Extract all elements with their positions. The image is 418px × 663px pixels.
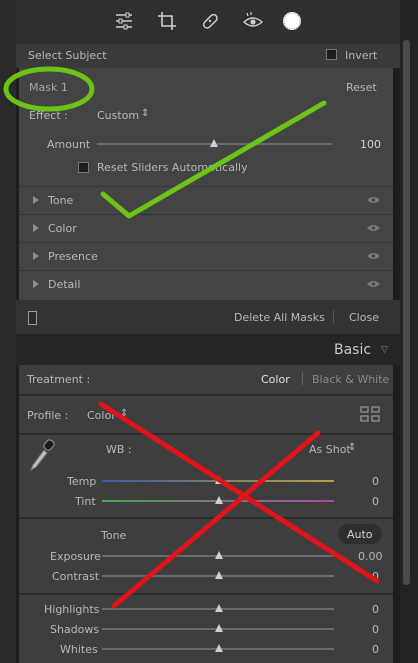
delete-all-masks-button[interactable]: Delete All Masks (234, 311, 325, 324)
mask-footer (16, 300, 400, 334)
exposure-label: Exposure (50, 550, 101, 563)
crop-icon[interactable] (156, 10, 178, 32)
divider (19, 394, 393, 396)
contrast-slider-thumb[interactable] (215, 571, 223, 579)
contrast-label: Contrast (52, 570, 100, 583)
divider (333, 310, 334, 324)
profile-label: Profile : (27, 409, 69, 422)
section-color[interactable]: Color (48, 222, 77, 235)
shadows-value[interactable]: 0 (372, 623, 379, 636)
wb-updown-icon[interactable]: ⇕ (348, 442, 356, 453)
left-panel-edge (0, 0, 16, 663)
tint-value[interactable]: 0 (372, 495, 379, 508)
divider (19, 433, 393, 435)
redeye-icon[interactable] (242, 10, 264, 32)
highlights-slider-thumb[interactable] (215, 604, 223, 612)
effect-updown-icon[interactable]: ⇕ (141, 108, 149, 119)
mask-name[interactable]: Mask 1 (29, 81, 68, 94)
masking-icon[interactable] (281, 10, 303, 32)
tone-section-label: Tone (101, 529, 127, 542)
effect-label: Effect : (29, 109, 68, 122)
shadows-label: Shadows (50, 623, 100, 636)
color-expand-icon[interactable] (33, 224, 39, 232)
section-presence[interactable]: Presence (48, 250, 98, 263)
mask-panel (19, 68, 393, 300)
wb-label: WB : (106, 443, 132, 456)
presence-expand-icon[interactable] (33, 252, 39, 260)
shadows-slider-thumb[interactable] (215, 624, 223, 632)
eye-icon[interactable] (367, 196, 380, 204)
divider (19, 186, 393, 187)
whites-value[interactable]: 0 (372, 643, 379, 656)
divider (19, 270, 393, 271)
basic-panel (19, 365, 393, 663)
treatment-bw-button[interactable]: Black & White (312, 373, 389, 386)
temp-label: Temp (67, 475, 97, 488)
section-tone[interactable]: Tone (48, 194, 73, 207)
close-button[interactable]: Close (349, 311, 379, 324)
eye-icon[interactable] (367, 280, 380, 288)
eyedropper-icon[interactable] (27, 438, 59, 472)
healing-icon[interactable] (199, 10, 221, 32)
contrast-value[interactable]: 0 (372, 570, 379, 583)
profile-updown-icon[interactable]: ⇕ (120, 408, 128, 419)
divider (19, 242, 393, 243)
divider (302, 372, 303, 385)
divider (19, 593, 393, 595)
highlights-label: Highlights (44, 603, 100, 616)
divider (19, 517, 393, 519)
tool-strip (16, 0, 400, 44)
effect-dropdown[interactable]: Custom (97, 109, 139, 122)
reset-sliders-checkbox[interactable] (78, 162, 89, 173)
profile-browser-grid-icon[interactable] (360, 406, 380, 422)
invert-checkbox[interactable] (326, 49, 337, 60)
collapse-triangle-icon[interactable]: ▽ (381, 345, 388, 355)
amount-label: Amount (47, 138, 91, 151)
wb-dropdown[interactable]: As Shot (309, 443, 351, 456)
reset-sliders-label: Reset Sliders Automatically (97, 161, 248, 174)
eye-icon[interactable] (367, 224, 380, 232)
detail-expand-icon[interactable] (33, 280, 39, 288)
whites-slider-thumb[interactable] (215, 644, 223, 652)
basic-title[interactable]: Basic (334, 342, 371, 358)
temp-value[interactable]: 0 (372, 475, 379, 488)
invert-label: Invert (345, 49, 378, 62)
temp-slider-thumb[interactable] (215, 476, 223, 484)
toggle-switch-icon[interactable] (28, 311, 37, 325)
treatment-label: Treatment : (27, 373, 91, 386)
eye-icon[interactable] (367, 252, 380, 260)
amount-value[interactable]: 100 (360, 138, 381, 151)
tint-label: Tint (75, 495, 96, 508)
profile-dropdown[interactable]: Color (87, 409, 116, 422)
whites-label: Whites (60, 643, 98, 656)
highlights-value[interactable]: 0 (372, 603, 379, 616)
mask-reset-button[interactable]: Reset (346, 81, 377, 94)
section-detail[interactable]: Detail (48, 278, 80, 291)
amount-slider-thumb[interactable] (210, 139, 218, 147)
exposure-value[interactable]: 0.00 (358, 550, 383, 563)
tone-expand-icon[interactable] (33, 196, 39, 204)
select-subject-label[interactable]: Select Subject (28, 49, 107, 62)
exposure-slider-thumb[interactable] (215, 551, 223, 559)
treatment-color-button[interactable]: Color (261, 373, 290, 386)
divider (19, 214, 393, 215)
scrollbar-thumb[interactable] (403, 40, 410, 585)
sliders-icon[interactable] (113, 10, 135, 32)
auto-button[interactable]: Auto (347, 528, 373, 541)
tint-slider-thumb[interactable] (215, 496, 223, 504)
